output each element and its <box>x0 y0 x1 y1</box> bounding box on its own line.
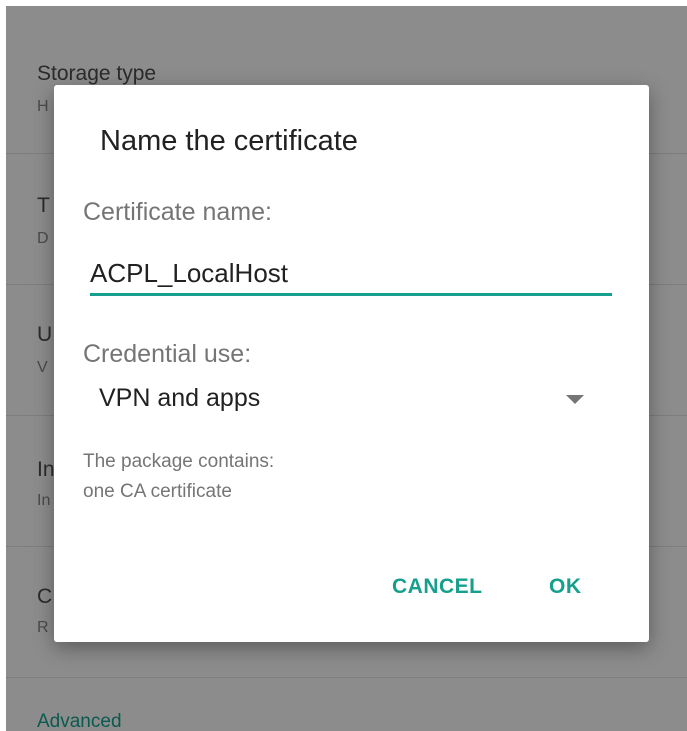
advanced-section-label[interactable]: Advanced <box>37 711 122 731</box>
setting-subtitle: In <box>37 492 51 509</box>
setting-title: Storage type <box>37 62 157 85</box>
setting-subtitle: H <box>37 98 49 115</box>
credential-use-label: Credential use: <box>83 340 252 368</box>
setting-title: U <box>37 323 53 346</box>
name-certificate-dialog: Name the certificate Certificate name: C… <box>54 85 649 642</box>
package-contents-label: The package contains: <box>83 451 275 472</box>
setting-subtitle: V <box>37 359 48 376</box>
credential-use-selected-value: VPN and apps <box>99 384 261 412</box>
setting-title: T <box>37 194 50 217</box>
cancel-button[interactable]: CANCEL <box>392 575 483 599</box>
ok-button[interactable]: OK <box>549 575 582 599</box>
credential-use-dropdown[interactable]: VPN and apps <box>83 378 593 422</box>
setting-subtitle: R <box>37 619 49 636</box>
certificate-name-input[interactable] <box>90 253 612 296</box>
package-contents-value: one CA certificate <box>83 481 232 502</box>
certificate-name-label: Certificate name: <box>83 198 272 226</box>
caret-down-icon <box>566 395 584 404</box>
dialog-title: Name the certificate <box>100 125 358 157</box>
setting-title: In <box>37 458 55 481</box>
setting-subtitle: D <box>37 230 49 247</box>
setting-title: C <box>37 585 53 608</box>
